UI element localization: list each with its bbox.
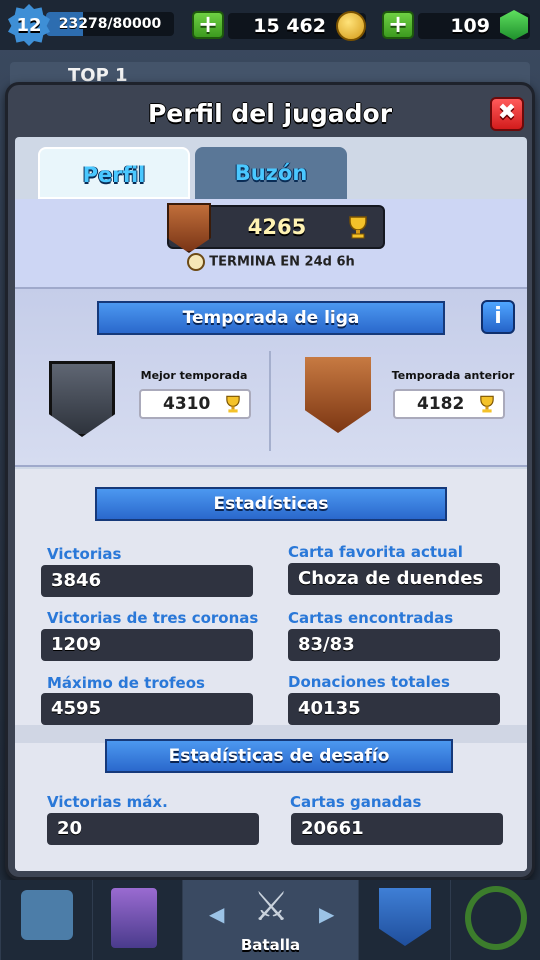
stat-value: 4595 [41,693,253,725]
stat-value: 20661 [291,813,503,845]
chevron-right-icon: ▶ [319,902,335,926]
bottom-navigation: ◀ ▶ ⚔ Batalla [0,880,540,960]
nav-battle[interactable]: ◀ ▶ ⚔ Batalla [182,880,358,960]
trophy-count: 4265 [247,215,307,239]
crossed-swords-icon: ⚔ [253,884,289,930]
chevron-left-icon: ◀ [209,902,225,926]
stat-value: 83/83 [288,629,500,661]
stat-value: 3846 [41,565,253,597]
clan-shield-icon [379,888,431,946]
tab-inbox[interactable]: Buzón [195,147,347,199]
previous-season-value-box: 4182 [393,389,505,419]
previous-season-value: 4182 [417,394,465,414]
stat-label: Victorias [47,545,122,563]
tab-profile[interactable]: Perfil [38,147,190,199]
clock-icon [187,253,206,271]
crossed-swords-badge-icon [49,361,115,437]
stat-label: Carta favorita actual [288,543,463,561]
stat-value: 1209 [41,629,253,661]
stat-label: Máximo de trofeos [47,674,205,692]
experience-text: 23278/80000 [58,16,162,32]
stat-value: Choza de duendes [288,563,500,595]
statistics-banner: Estadísticas [95,487,447,521]
stat-label: Cartas encontradas [288,609,454,627]
nav-clan[interactable] [358,880,450,960]
modal-title: Perfil del jugador [147,99,393,128]
stat-label: Victorias de tres coronas [47,609,259,627]
stat-value: 40135 [288,693,500,725]
nav-cards[interactable] [92,880,182,960]
stat-value: 20 [47,813,259,845]
bronze-sword-badge-icon [305,357,371,433]
nav-tournaments[interactable] [450,880,540,960]
stat-label: Donaciones totales [288,673,450,691]
trophy-count-box: 4265 [167,203,385,253]
challenge-statistics-section: Estadísticas de desafío Victorias máx. 2… [15,739,527,871]
player-profile-modal: Perfil del jugador ✖ Perfil Buzón 4265 T… [5,82,535,880]
add-gems-button[interactable]: + [382,11,414,39]
close-button[interactable]: ✖ [490,97,524,131]
trophy-icon [226,395,240,413]
experience-bar: 23278/80000 [46,12,174,36]
level-badge[interactable]: 12 [8,4,50,46]
previous-season-label: Temporada anterior [391,369,515,382]
nav-shop[interactable] [0,880,92,960]
modal-content: Perfil Buzón 4265 TERMINA EN 24d 6h Temp… [15,137,527,871]
arena-sword-icon [167,203,211,253]
status-bar: 23278/80000 12 + 15 462 + 109 [0,0,540,50]
season-end-text: TERMINA EN 24d 6h [209,254,355,270]
season-end-timer: TERMINA EN 24d 6h [15,253,527,271]
chest-icon [21,890,73,940]
best-season-value-box: 4310 [139,389,251,419]
league-divider [269,351,271,451]
close-x-icon: ✖ [497,100,517,125]
best-season-value: 4310 [163,394,211,414]
gold-coin-icon [336,11,366,41]
cards-icon [111,888,157,948]
stat-label: Victorias máx. [47,793,168,811]
statistics-section: Estadísticas Victorias 3846 Carta favori… [15,469,527,725]
league-season-banner: Temporada de liga [97,301,445,335]
trophy-icon [480,395,494,413]
stat-label: Cartas ganadas [290,793,422,811]
best-season-label: Mejor temporada [140,369,248,382]
nav-battle-label: Batalla [240,936,301,954]
laurel-trophy-icon [465,886,527,950]
trophy-icon [349,216,367,239]
info-button[interactable]: i [481,300,515,334]
league-season-section: Temporada de liga i Mejor temporada 4310… [15,287,527,467]
challenge-statistics-banner: Estadísticas de desafío [105,739,453,773]
trophy-section: 4265 TERMINA EN 24d 6h [15,199,527,287]
add-gold-button[interactable]: + [192,11,224,39]
